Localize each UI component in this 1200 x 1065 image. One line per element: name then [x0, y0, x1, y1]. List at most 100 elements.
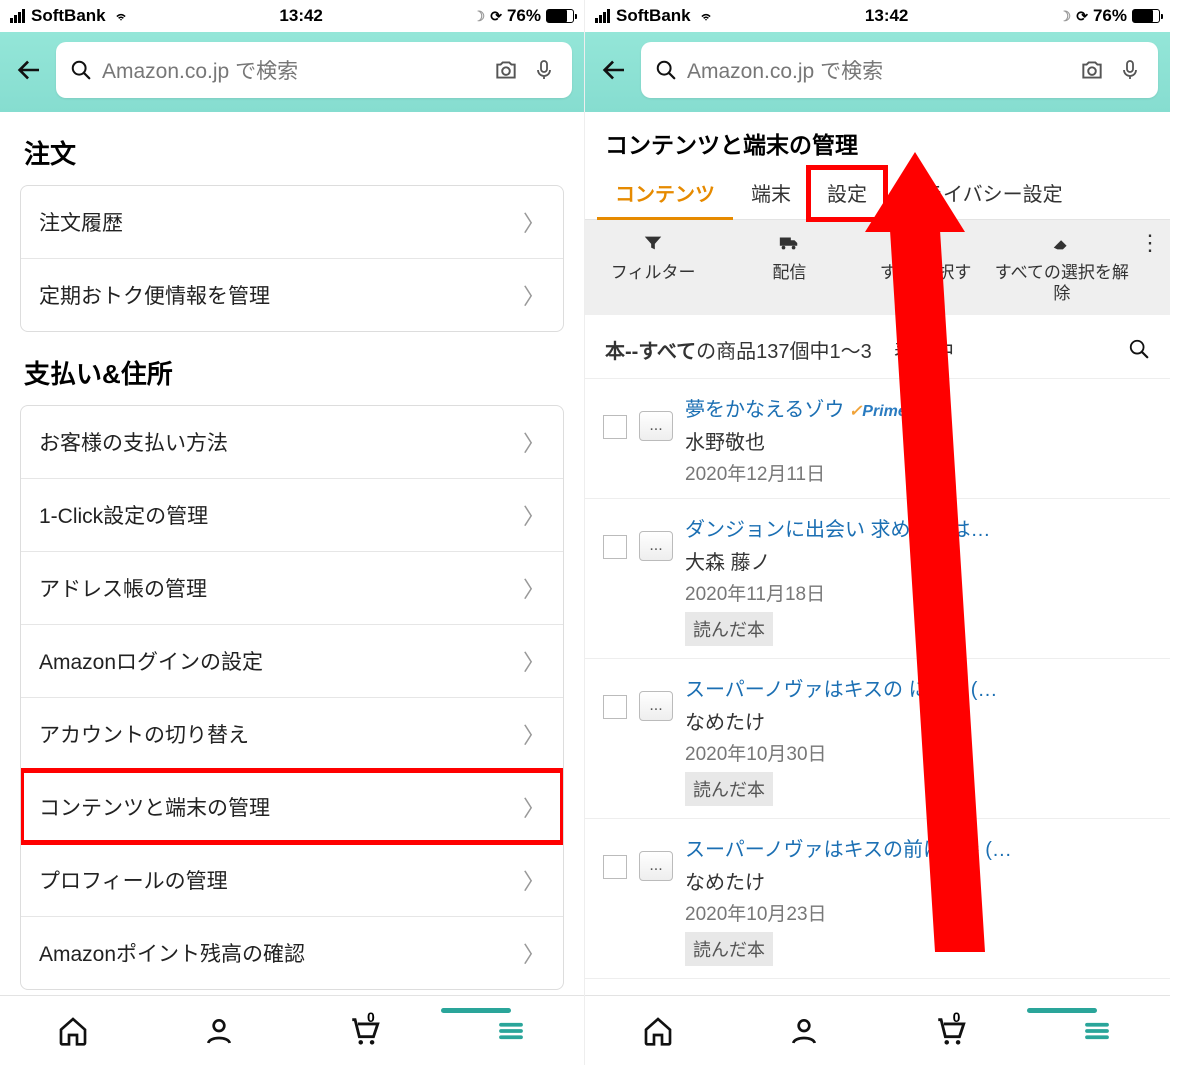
search-box[interactable]: Amazon.co.jp で検索 [641, 42, 1158, 98]
item-title[interactable]: ダンジョンに出会い [685, 519, 865, 541]
nav-menu[interactable] [491, 1011, 531, 1051]
prime-badge: ✓Prime [844, 403, 906, 420]
nav-home[interactable] [53, 1011, 93, 1051]
item-checkbox[interactable] [603, 415, 627, 439]
settings-row[interactable]: プロフィールの管理 〉 [21, 843, 563, 916]
battery-icon [546, 9, 574, 23]
settings-row[interactable]: 注文履歴 〉 [21, 186, 563, 258]
item-checkbox[interactable] [603, 855, 627, 879]
wifi-icon [697, 9, 715, 23]
phone-left: SoftBank 13:42 ☽ ⟳ 76% Amazon.co.jp で検索 … [0, 0, 585, 1065]
item-actions-button[interactable]: ... [639, 851, 673, 881]
tab-2[interactable]: 設定 [809, 168, 885, 219]
toolbar-deselect-all[interactable]: すべての選択を解除 [994, 230, 1130, 305]
bottom-nav: 0 [585, 995, 1170, 1065]
section-title: 注文 [0, 112, 584, 185]
status-bar: SoftBank 13:42 ☽ ⟳ 76% [585, 0, 1170, 32]
nav-cart[interactable]: 0 [345, 1011, 385, 1051]
settings-row[interactable]: Amazonポイント残高の確認 〉 [21, 916, 563, 989]
settings-row[interactable]: 1-Click設定の管理〉 [21, 478, 563, 551]
camera-icon[interactable] [1078, 56, 1106, 84]
chevron-right-icon: 〉 [523, 937, 545, 969]
item-actions-button[interactable]: ... [639, 691, 673, 721]
item-actions-button[interactable]: ... [639, 531, 673, 561]
dnd-icon: ☽ [473, 8, 486, 25]
settings-row[interactable]: アカウントの切り替え〉 [21, 697, 563, 770]
settings-row[interactable]: アドレス帳の管理〉 [21, 551, 563, 624]
back-button[interactable] [12, 53, 46, 87]
item-author: なめたけ [685, 866, 1152, 895]
mic-icon[interactable] [530, 56, 558, 84]
toolbar-filter[interactable]: フィルター [585, 230, 721, 305]
truck-icon [776, 230, 802, 256]
rotation-lock-icon: ⟳ [1076, 8, 1088, 25]
settings-row[interactable]: コンテンツと端末の管理〉 [21, 770, 563, 843]
nav-home[interactable] [638, 1011, 678, 1051]
search-icon[interactable] [1128, 338, 1150, 360]
item-title-tail[interactable]: に 2巻 (… [903, 679, 997, 701]
toolbar-more[interactable]: ⋮ [1130, 230, 1170, 305]
signal-icon [10, 9, 25, 23]
bottom-nav: 0 [0, 995, 584, 1065]
item-title-tail[interactable]: 求めるのは… [865, 519, 991, 541]
item-actions-button[interactable]: ... [639, 411, 673, 441]
toolbar: フィルター 配信 す 選択す すべての選択を解除 ⋮ [585, 220, 1170, 315]
settings-row-label: 注文履歴 [39, 207, 123, 237]
mic-icon[interactable] [1116, 56, 1144, 84]
chevron-right-icon: 〉 [523, 426, 545, 458]
item-author: 水野敬也 [685, 426, 1152, 455]
settings-card: 注文履歴 〉定期おトク便情報を管理〉 [20, 185, 564, 332]
nav-profile[interactable] [199, 1011, 239, 1051]
settings-row[interactable]: お客様の支払い方法〉 [21, 406, 563, 478]
arrow-left-icon [599, 55, 629, 85]
search-icon [655, 59, 677, 81]
settings-row-label: プロフィールの管理 [39, 865, 228, 895]
nav-cart[interactable]: 0 [931, 1011, 971, 1051]
item-meta: スーパーノヴァはキスの に 2巻 (…なめたけ2020年10月30日読んだ本 [685, 673, 1152, 806]
battery-icon [1132, 9, 1160, 23]
item-title[interactable]: 夢をかなえるゾウ [685, 399, 844, 421]
item-date: 2020年11月18日 [685, 579, 1152, 606]
content-list: ...夢をかなえるゾウ ✓Prime水野敬也2020年12月11日...ダンジョ… [585, 379, 1170, 979]
search-header: Amazon.co.jp で検索 [0, 32, 584, 112]
item-date: 2020年10月23日 [685, 899, 1152, 926]
settings-row-label: 定期おトク便情報を管理 [39, 280, 270, 310]
tab-0[interactable]: コンテンツ [597, 168, 733, 219]
nav-profile[interactable] [784, 1011, 824, 1051]
mcd-content: コンテンツと端末の管理 コンテンツ端末設定プライバシー設定 フィルター 配信 す… [585, 112, 1170, 995]
settings-row-label: アドレス帳の管理 [39, 573, 207, 603]
toolbar-filter-label: フィルター [611, 262, 696, 283]
content-item: ...夢をかなえるゾウ ✓Prime水野敬也2020年12月11日 [585, 379, 1170, 499]
item-title[interactable]: スーパーノヴァはキスの [685, 679, 903, 701]
item-checkbox[interactable] [603, 695, 627, 719]
more-vertical-icon: ⋮ [1139, 230, 1161, 256]
settings-row[interactable]: Amazonログインの設定〉 [21, 624, 563, 697]
settings-row-label: Amazonポイント残高の確認 [39, 938, 305, 968]
cart-badge: 0 [953, 1009, 961, 1025]
settings-row[interactable]: 定期おトク便情報を管理〉 [21, 258, 563, 331]
chevron-right-icon: 〉 [523, 206, 545, 238]
carrier-label: SoftBank [31, 6, 106, 26]
search-icon [70, 59, 92, 81]
nav-menu[interactable] [1077, 1011, 1117, 1051]
item-author: 大森 藤ノ [685, 546, 1152, 575]
tab-1[interactable]: 端末 [733, 168, 809, 219]
clock: 13:42 [279, 6, 322, 26]
item-title-tail[interactable]: 1巻 (… [943, 839, 1012, 861]
search-box[interactable]: Amazon.co.jp で検索 [56, 42, 572, 98]
item-tag: 読んだ本 [685, 772, 773, 806]
tab-3[interactable]: プライバシー設定 [885, 168, 1081, 219]
back-button[interactable] [597, 53, 631, 87]
toolbar-select-all[interactable]: す 選択す [858, 230, 994, 305]
chevron-right-icon: 〉 [523, 864, 545, 896]
filter-icon [642, 230, 664, 256]
camera-icon[interactable] [492, 56, 520, 84]
toolbar-deliver[interactable]: 配信 [721, 230, 857, 305]
chevron-right-icon: 〉 [523, 499, 545, 531]
item-meta: スーパーノヴァはキスの前に 1巻 (… なめたけ 2020年10月23日読んだ本 [685, 833, 1152, 966]
item-title[interactable]: スーパーノヴァはキスの前に [685, 839, 943, 861]
content-item: ...ダンジョンに出会い 求めるのは…大森 藤ノ2020年11月18日読んだ本 [585, 499, 1170, 659]
item-checkbox[interactable] [603, 535, 627, 559]
item-tag: 読んだ本 [685, 932, 773, 966]
toolbar-deliver-label: 配信 [772, 262, 806, 283]
